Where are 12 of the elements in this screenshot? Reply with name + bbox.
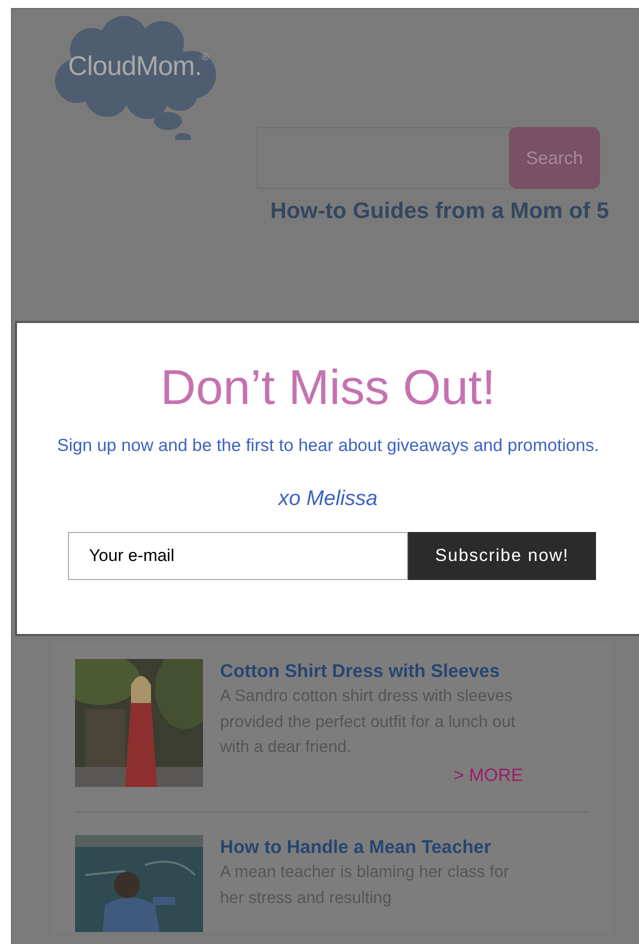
subscribe-button[interactable]: Subscribe now! — [408, 532, 596, 580]
search-button[interactable]: Search — [509, 127, 600, 189]
post-title[interactable]: How to Handle a Mean Teacher — [220, 835, 510, 859]
logo-text[interactable]: CloudMom.$^{®}$ — [68, 53, 208, 80]
popup-message: Sign up now and be the first to hear about giveaways and promotions. — [56, 434, 600, 457]
tagline: How-to Guides from a Mom of 5 — [270, 197, 609, 224]
signature: xo Melissa — [276, 486, 379, 512]
popup-title: Don’t Miss Out! — [160, 360, 496, 417]
search-field[interactable] — [257, 127, 511, 189]
more-link[interactable]: > MORE — [220, 762, 523, 786]
post-title[interactable]: Cotton Shirt Dress with Sleeves — [220, 659, 510, 683]
email-field[interactable]: Your e-mail — [68, 532, 408, 580]
